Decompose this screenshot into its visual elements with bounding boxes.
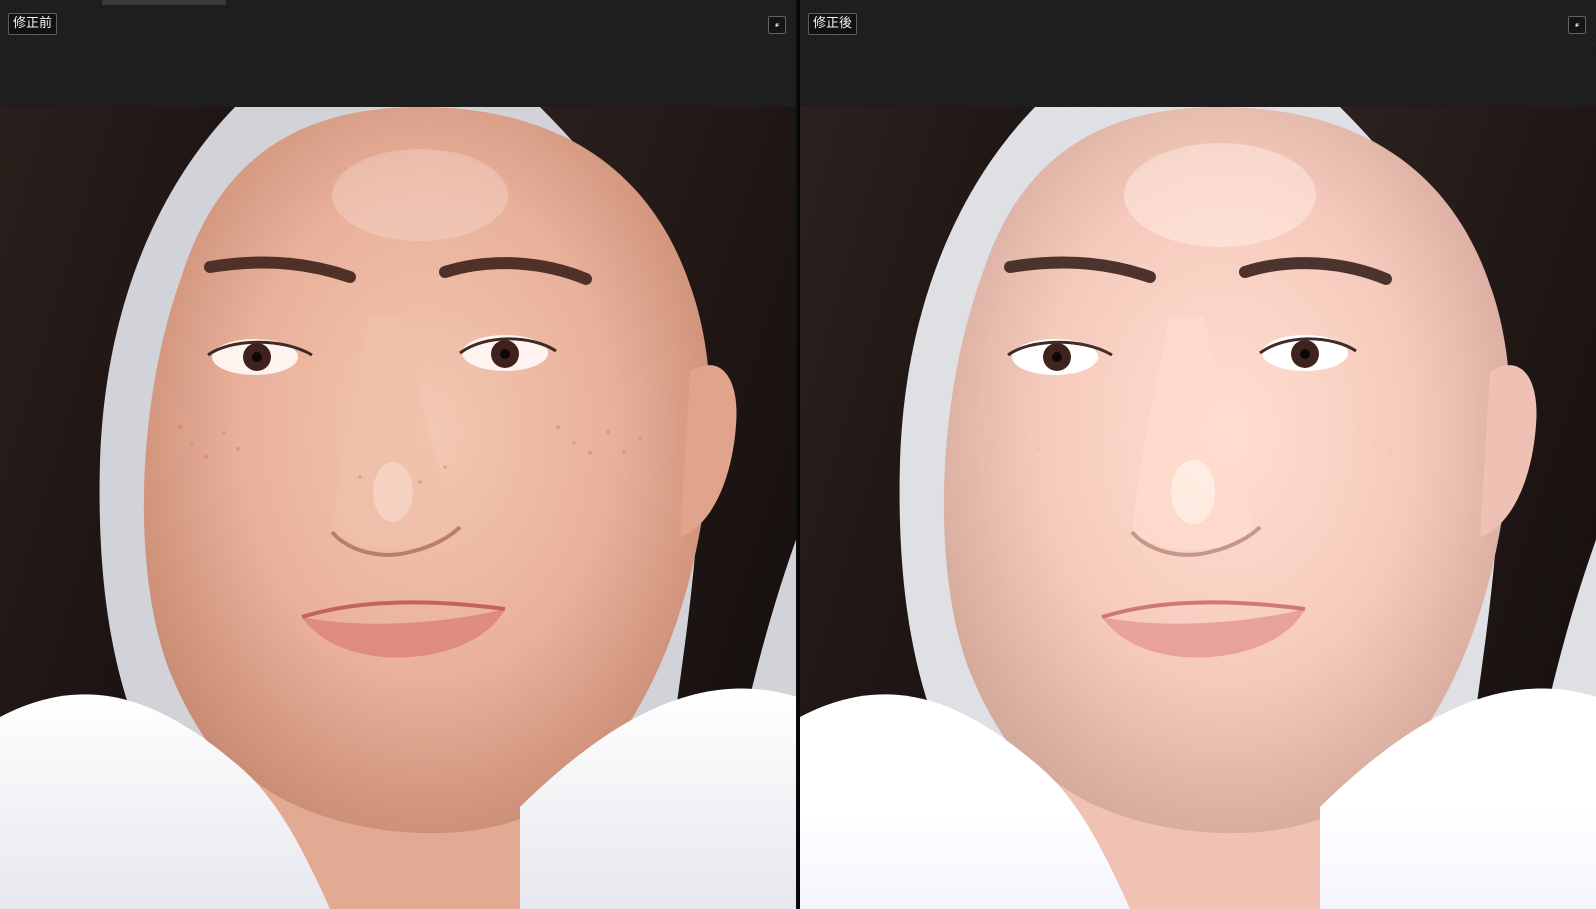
after-label: 修正後 [808,13,858,35]
portrait-after [800,107,1596,909]
restore-window-icon[interactable] [1568,16,1586,34]
restore-window-icon [1575,23,1579,27]
before-panel: 修正前 [0,0,796,909]
restore-window-icon [775,23,779,27]
before-photo [0,107,796,909]
after-panel: 修正後 [800,0,1596,909]
before-label: 修正前 [8,13,58,35]
portrait-before [0,107,796,909]
after-photo [800,107,1596,909]
top-tab-indicator[interactable] [102,0,226,5]
before-after-viewer: 修正前 修正後 [0,0,1596,909]
restore-window-icon[interactable] [768,16,786,34]
